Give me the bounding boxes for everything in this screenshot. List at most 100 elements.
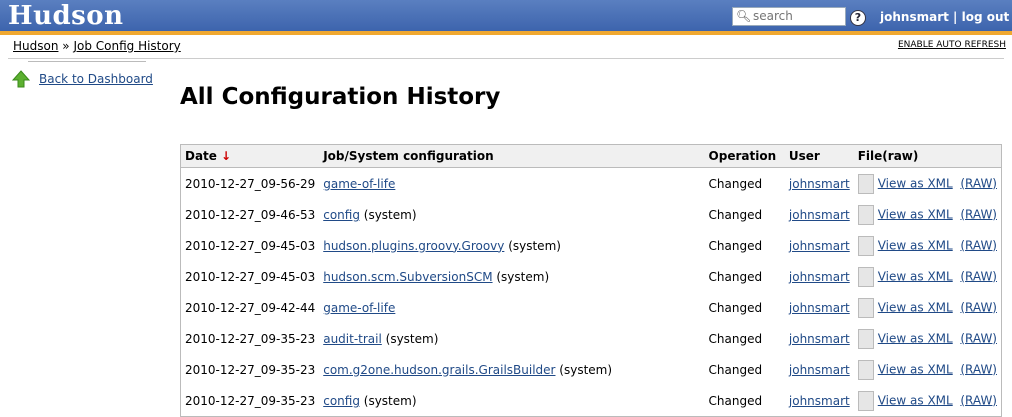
operation-cell: Changed xyxy=(708,269,763,284)
config-link[interactable]: game-of-life xyxy=(323,177,395,191)
config-link[interactable]: audit-trail xyxy=(323,332,382,346)
table-row: 2010-12-27_09-35-23 audit-trail (system) C… xyxy=(181,323,1002,354)
view-as-xml-link[interactable]: View as XML xyxy=(878,176,953,190)
raw-link[interactable]: (RAW) xyxy=(960,176,997,190)
file-cell: View as XML (RAW) xyxy=(854,230,1002,261)
date-cell: 2010-12-27_09-35-23 xyxy=(185,331,316,346)
help-icon[interactable]: ? xyxy=(850,10,866,26)
raw-link[interactable]: (RAW) xyxy=(960,207,997,221)
operation-cell: Changed xyxy=(708,300,763,315)
date-column-header[interactable]: Date ↓ xyxy=(180,144,320,168)
date-cell: 2010-12-27_09-35-23 xyxy=(185,362,316,377)
view-as-xml-link[interactable]: View as XML xyxy=(878,362,953,376)
breadcrumb-divider xyxy=(8,58,1004,59)
search-input[interactable] xyxy=(753,9,843,23)
user-cell: johnsmart xyxy=(785,385,854,417)
user-links-separator: | xyxy=(948,10,962,24)
config-link[interactable]: hudson.scm.SubversionSCM xyxy=(323,270,492,284)
file-cell: View as XML (RAW) xyxy=(854,168,1002,200)
user-link[interactable]: johnsmart xyxy=(789,177,850,191)
operation-column-header[interactable]: Operation xyxy=(704,144,785,168)
view-as-xml-link[interactable]: View as XML xyxy=(878,207,953,221)
user-links: johnsmart | log out xyxy=(880,10,1009,24)
date-cell: 2010-12-27_09-46-53 xyxy=(185,207,316,222)
operation-cell: Changed xyxy=(708,331,763,346)
date-cell: 2010-12-27_09-42-44 xyxy=(185,300,316,315)
user-link[interactable]: johnsmart xyxy=(789,239,850,253)
xml-file-icon xyxy=(857,235,874,256)
operation-cell: Changed xyxy=(708,176,763,191)
search-icon: 🔍︎ xyxy=(736,9,752,23)
date-cell: 2010-12-27_09-45-03 xyxy=(185,269,316,284)
table-row: 2010-12-27_09-42-44 game-of-life Changed jo… xyxy=(181,292,1002,323)
table-row: 2010-12-27_09-45-03 hudson.scm.Subversion… xyxy=(181,261,1002,292)
config-link[interactable]: config xyxy=(323,208,360,222)
file-cell: View as XML (RAW) xyxy=(854,385,1002,417)
config-suffix: (system) xyxy=(359,393,417,408)
config-suffix: (system) xyxy=(504,238,561,253)
user-column-header[interactable]: User xyxy=(784,144,854,168)
config-link[interactable]: config xyxy=(323,394,360,408)
file-cell: View as XML (RAW) xyxy=(854,292,1002,323)
table-row: 2010-12-27_09-35-23 config (system) Change… xyxy=(181,385,1002,417)
config-cell: config (system) xyxy=(319,199,704,230)
table-row: 2010-12-27_09-46-53 config (system) Change… xyxy=(181,199,1002,230)
file-cell: View as XML (RAW) xyxy=(854,261,1002,292)
user-link[interactable]: johnsmart xyxy=(789,301,850,315)
date-cell: 2010-12-27_09-56-29 xyxy=(185,176,316,191)
hudson-logo[interactable]: Hudson xyxy=(8,1,124,31)
date-cell: 2010-12-27_09-45-03 xyxy=(185,238,316,253)
user-link[interactable]: johnsmart xyxy=(789,270,850,284)
operation-cell: Changed xyxy=(708,393,763,408)
back-to-dashboard-link[interactable]: Back to Dashboard xyxy=(39,72,153,86)
config-link[interactable]: game-of-life xyxy=(323,301,395,315)
config-link[interactable]: hudson.plugins.groovy.Groovy xyxy=(323,239,504,253)
raw-link[interactable]: (RAW) xyxy=(960,331,997,345)
config-cell: com.g2one.hudson.grails.GrailsBuilder (s… xyxy=(319,354,704,385)
breadcrumb-home[interactable]: Hudson xyxy=(13,39,58,53)
raw-link[interactable]: (RAW) xyxy=(960,269,997,283)
view-as-xml-link[interactable]: View as XML xyxy=(878,238,953,252)
config-cell: hudson.scm.SubversionSCM (system) xyxy=(319,261,704,292)
user-cell: johnsmart xyxy=(785,168,854,200)
raw-link[interactable]: (RAW) xyxy=(960,362,997,376)
user-link[interactable]: johnsmart xyxy=(880,10,949,24)
sidebar-divider xyxy=(28,61,146,62)
xml-file-icon xyxy=(857,204,874,225)
user-cell: johnsmart xyxy=(785,230,854,261)
raw-link[interactable]: (RAW) xyxy=(960,393,997,407)
view-as-xml-link[interactable]: View as XML xyxy=(878,393,953,407)
date-header-label: Date xyxy=(185,149,217,163)
view-as-xml-link[interactable]: View as XML xyxy=(878,331,953,345)
config-column-header[interactable]: Job/System configuration xyxy=(319,144,705,168)
user-cell: johnsmart xyxy=(785,323,854,354)
file-column-header[interactable]: File(raw) xyxy=(853,144,1002,168)
user-cell: johnsmart xyxy=(785,261,854,292)
config-suffix: (system) xyxy=(492,269,550,284)
config-cell: audit-trail (system) xyxy=(319,323,704,354)
view-as-xml-link[interactable]: View as XML xyxy=(878,300,953,314)
enable-auto-refresh-link[interactable]: ENABLE AUTO REFRESH xyxy=(898,40,1006,50)
file-cell: View as XML (RAW) xyxy=(854,354,1002,385)
user-link[interactable]: johnsmart xyxy=(789,394,850,408)
breadcrumb-current[interactable]: Job Config History xyxy=(73,39,180,53)
config-history-table: Date ↓ Job/System configuration Operation… xyxy=(180,144,1002,417)
raw-link[interactable]: (RAW) xyxy=(960,238,997,252)
config-cell: game-of-life xyxy=(319,168,704,200)
config-cell: config (system) xyxy=(319,385,704,417)
view-as-xml-link[interactable]: View as XML xyxy=(878,269,953,283)
header-bar: Hudson 🔍︎ ? johnsmart | log out xyxy=(0,0,1012,35)
xml-file-icon xyxy=(857,266,874,287)
table-header-row: Date ↓ Job/System configuration Operation… xyxy=(180,144,1002,168)
user-link[interactable]: johnsmart xyxy=(789,332,850,346)
search-box[interactable]: 🔍︎ xyxy=(732,7,846,26)
user-link[interactable]: johnsmart xyxy=(789,363,850,377)
operation-cell: Changed xyxy=(708,238,763,253)
xml-file-icon xyxy=(857,390,874,411)
config-link[interactable]: com.g2one.hudson.grails.GrailsBuilder xyxy=(323,363,555,377)
user-cell: johnsmart xyxy=(785,354,854,385)
raw-link[interactable]: (RAW) xyxy=(960,300,997,314)
xml-file-icon xyxy=(857,328,874,349)
user-link[interactable]: johnsmart xyxy=(789,208,850,222)
logout-link[interactable]: log out xyxy=(962,10,1010,24)
